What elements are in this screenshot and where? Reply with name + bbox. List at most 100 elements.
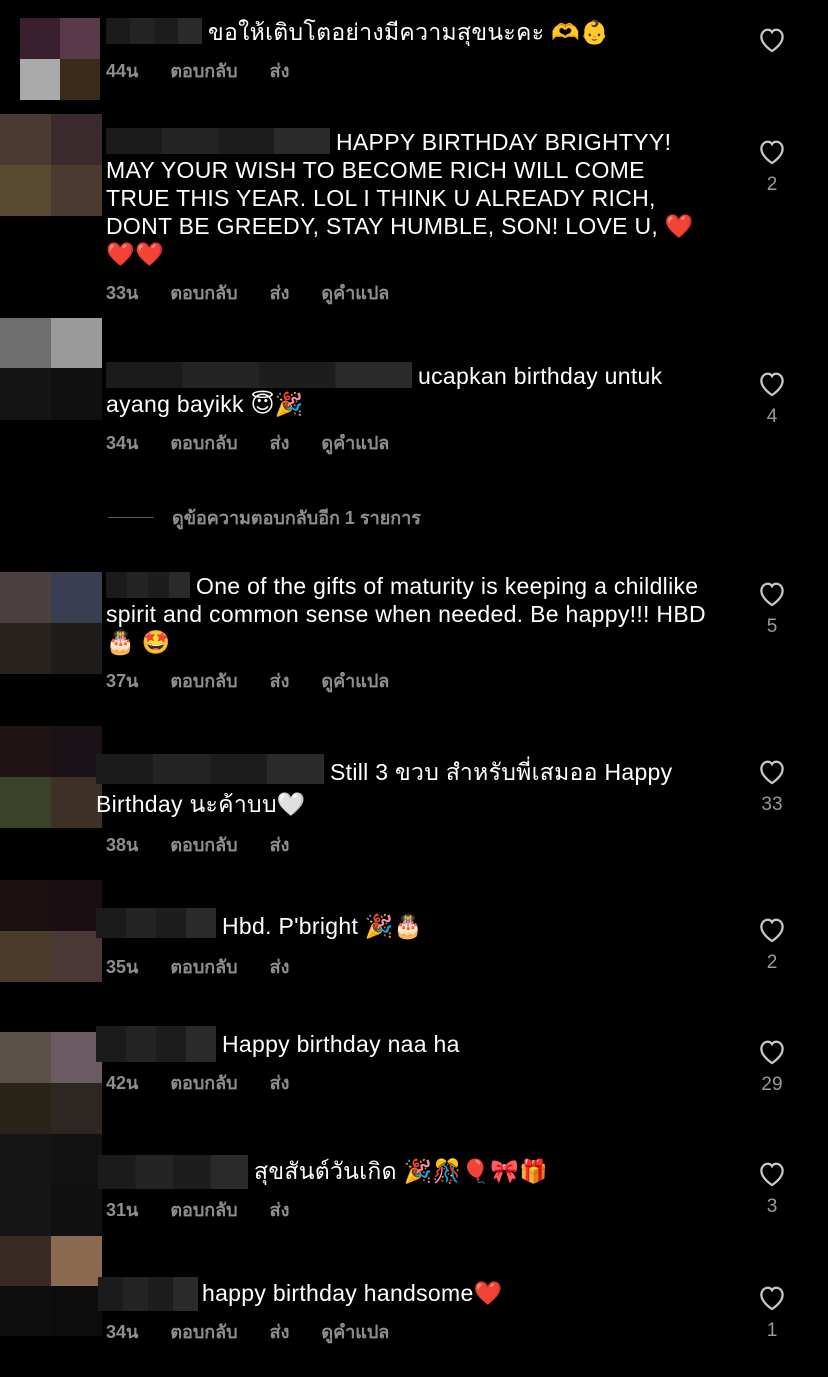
comment-body: Happy birthday naa ha 42น ตอบกลับ ส่ง (96, 1026, 696, 1097)
comment-text: happy birthday handsome❤️ (202, 1280, 503, 1306)
reply-button[interactable]: ตอบกลับ (170, 666, 237, 695)
like-count: 2 (766, 952, 778, 973)
avatar[interactable] (20, 18, 100, 100)
heart-icon[interactable] (755, 576, 789, 610)
send-button[interactable]: ส่ง (270, 1068, 290, 1097)
send-button[interactable]: ส่ง (270, 666, 290, 695)
avatar[interactable] (0, 1236, 102, 1377)
heart-icon[interactable] (755, 134, 789, 168)
like-count (754, 62, 790, 84)
send-button[interactable]: ส่ง (270, 1317, 290, 1346)
comment-body: ขอให้เติบโตอย่างมีความสุขนะคะ 🫶👶 44น ตอบ… (106, 18, 706, 85)
avatar-pixel (51, 165, 102, 216)
comment-text-row: Still 3 ขวบ สำหรับพี่เสมออ Happy Birthda… (96, 754, 696, 820)
username[interactable] (106, 572, 190, 598)
comment-text-row: Hbd. P'bright 🎉🎂 (96, 908, 696, 942)
avatar-pixel (0, 726, 51, 777)
heart-icon[interactable] (755, 366, 789, 400)
like-area: 5 (754, 576, 790, 638)
view-more-replies[interactable]: ดูข้อความตอบกลับอีก 1 รายการ (108, 503, 421, 532)
like-count: 1 (766, 1320, 778, 1341)
avatar-pixel (60, 59, 100, 100)
reply-button[interactable]: ตอบกลับ (170, 428, 237, 457)
avatar[interactable] (0, 572, 102, 674)
avatar-pixel (0, 623, 51, 674)
avatar-pixel (51, 726, 102, 777)
comment-text-row: สุขสันต์วันเกิด 🎉🎊🎈🎀🎁 (98, 1154, 698, 1189)
translate-button[interactable]: ดูคำแปล (321, 428, 389, 457)
avatar-pixel (0, 1185, 51, 1236)
translate-button[interactable]: ดูคำแปล (321, 666, 389, 695)
heart-icon[interactable] (755, 1156, 789, 1190)
avatar-pixel (51, 623, 102, 674)
comment-time: 38น (106, 835, 139, 855)
heart-icon[interactable] (755, 1280, 789, 1314)
reply-button[interactable]: ตอบกลับ (170, 952, 237, 981)
comment-meta: 33น ตอบกลับ ส่ง ดูคำแปล (106, 278, 706, 307)
like-count: 5 (766, 616, 778, 637)
translate-button[interactable]: ดูคำแปล (321, 278, 389, 307)
reply-button[interactable]: ตอบกลับ (170, 278, 237, 307)
avatar[interactable] (0, 1032, 102, 1134)
heart-icon[interactable] (755, 1034, 789, 1068)
heart-icon[interactable] (755, 912, 789, 946)
reply-button[interactable]: ตอบกลับ (170, 1068, 237, 1097)
reply-button[interactable]: ตอบกลับ (170, 1317, 237, 1346)
username[interactable] (106, 128, 330, 154)
send-button[interactable]: ส่ง (270, 278, 290, 307)
comment-text: One of the gifts of maturity is keeping … (106, 573, 706, 655)
send-button[interactable]: ส่ง (270, 952, 290, 981)
avatar-pixel (60, 18, 100, 59)
heart-icon[interactable] (755, 22, 789, 56)
comment-time: 37น (106, 671, 139, 691)
username[interactable] (98, 1155, 248, 1189)
username[interactable] (98, 1277, 198, 1311)
reply-button[interactable]: ตอบกลับ (170, 1195, 237, 1224)
avatar-pixel (51, 368, 102, 420)
send-button[interactable]: ส่ง (270, 830, 290, 859)
avatar[interactable] (0, 726, 102, 828)
avatar-pixel (51, 1185, 102, 1236)
avatar-pixel (51, 1236, 102, 1286)
avatar[interactable] (0, 1134, 102, 1236)
comment-text-row: ขอให้เติบโตอย่างมีความสุขนะคะ 🫶👶 (106, 18, 706, 46)
avatar-pixel (0, 165, 51, 216)
like-area: 2 (754, 134, 790, 196)
username[interactable] (96, 908, 216, 938)
comment-text-row: HAPPY BIRTHDAY BRIGHTYY! MAY YOUR WISH T… (106, 128, 706, 268)
avatar[interactable] (0, 318, 102, 470)
translate-button[interactable]: ดูคำแปล (321, 1317, 389, 1346)
comment-body: happy birthday handsome❤️ 34น ตอบกลับ ส่… (98, 1276, 698, 1346)
heart-icon[interactable] (755, 754, 789, 788)
comment-meta: 34น ตอบกลับ ส่ง ดูคำแปล (106, 428, 706, 457)
avatar[interactable] (0, 114, 102, 216)
comment-body: One of the gifts of maturity is keeping … (106, 572, 706, 695)
avatar-pixel (0, 880, 51, 931)
avatar-pixel (0, 114, 51, 165)
comment-text-row: ucapkan birthday untuk ayang bayikk 😇🎉 (106, 362, 706, 418)
username[interactable] (106, 362, 412, 388)
like-count: 2 (766, 174, 778, 195)
avatar[interactable] (0, 880, 102, 982)
comment-text-row: One of the gifts of maturity is keeping … (106, 572, 706, 656)
send-button[interactable]: ส่ง (270, 1195, 290, 1224)
avatar-pixel (20, 59, 60, 100)
comment-text: Hbd. P'bright 🎉🎂 (222, 913, 423, 939)
avatar-pixel (51, 572, 102, 623)
username[interactable] (106, 18, 202, 44)
username[interactable] (96, 754, 324, 784)
comment-text-row: Happy birthday naa ha (96, 1026, 696, 1062)
avatar-pixel (51, 777, 102, 828)
avatar-pixel (51, 318, 102, 368)
comment-time: 34น (106, 433, 139, 453)
like-area: 33 (754, 754, 790, 816)
send-button[interactable]: ส่ง (270, 56, 290, 85)
comment-time: 34น (106, 1322, 139, 1342)
reply-button[interactable]: ตอบกลับ (170, 830, 237, 859)
username[interactable] (96, 1026, 216, 1062)
reply-button[interactable]: ตอบกลับ (170, 56, 237, 85)
avatar-pixel (51, 114, 102, 165)
send-button[interactable]: ส่ง (270, 428, 290, 457)
avatar-pixel (51, 1083, 102, 1134)
comment-body: Hbd. P'bright 🎉🎂 35น ตอบกลับ ส่ง (96, 908, 696, 981)
